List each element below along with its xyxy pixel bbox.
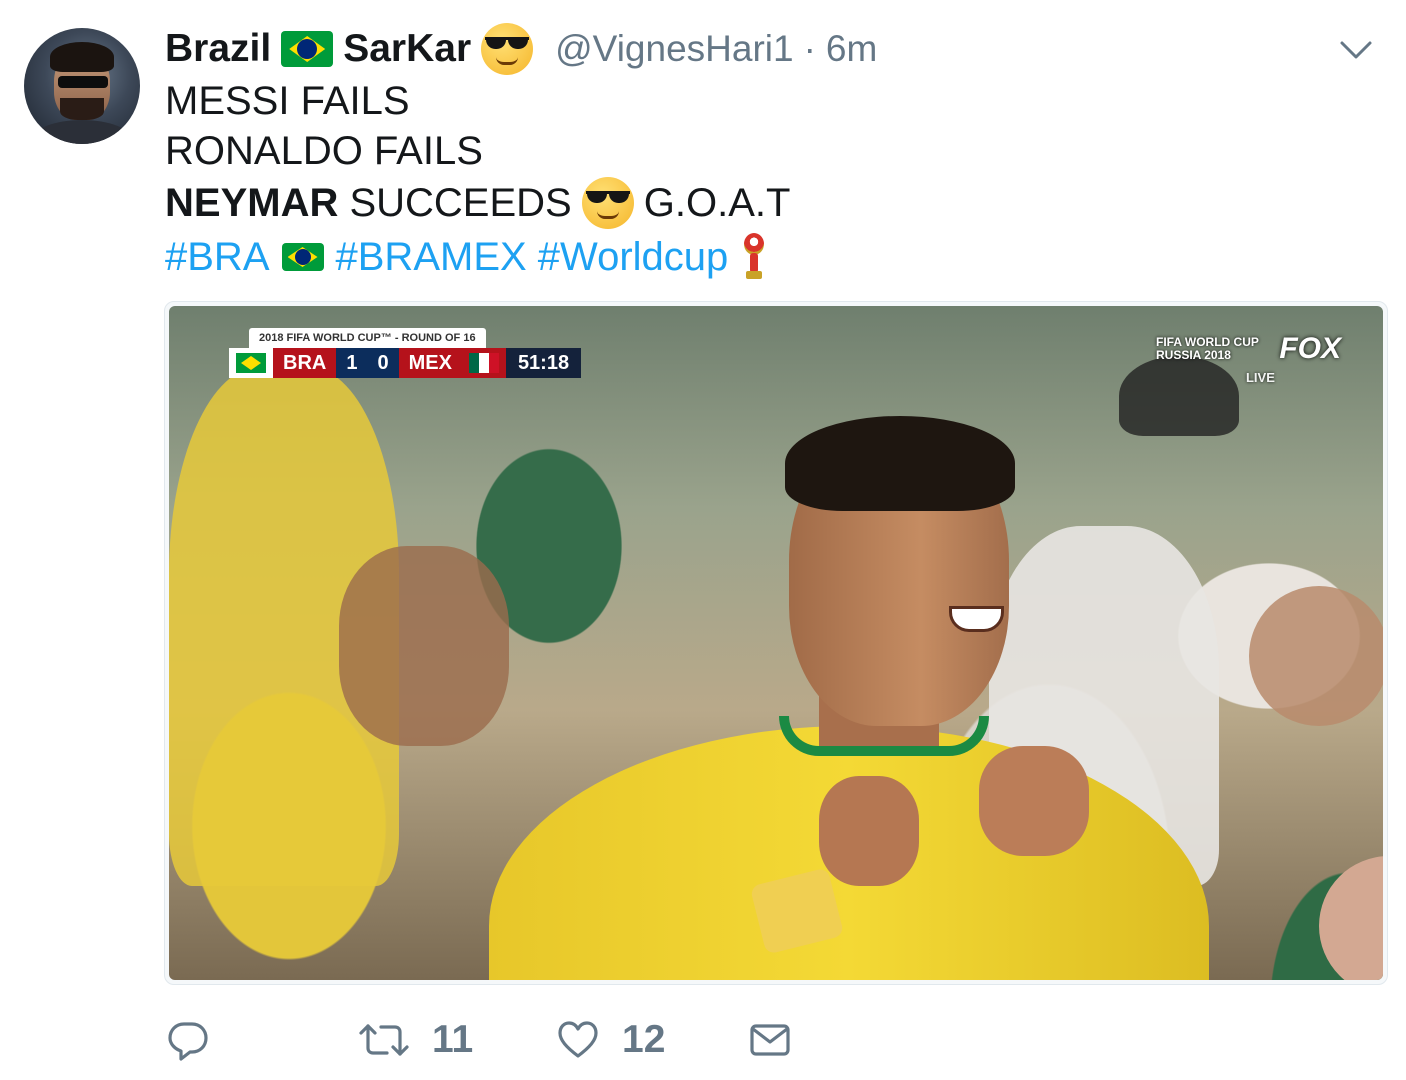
chevron-down-icon[interactable]	[1336, 30, 1376, 70]
tweet-line-2: RONALDO FAILS	[165, 129, 483, 173]
display-name-part1[interactable]: Brazil	[165, 27, 271, 71]
broadcast-logo: FIFA WORLD CUP RUSSIA 2018 FOX LIVE	[1156, 332, 1341, 385]
world-cup-trophy-icon	[740, 231, 768, 283]
line3-text: SUCCEEDS	[349, 181, 572, 225]
heart-icon	[556, 1018, 600, 1062]
tweet-media[interactable]: 2018 FIFA WORLD CUP™ - ROUND OF 16 BRA 1…	[164, 301, 1388, 985]
tweet-timestamp[interactable]: 6m	[826, 28, 877, 70]
network-logo: FOX	[1279, 332, 1341, 365]
tweet-text: MESSI FAILS RONALDO FAILS NEYMAR SUCCEED…	[165, 76, 790, 284]
reply-button[interactable]	[166, 1010, 210, 1070]
tweet-actions: 11 12	[166, 1010, 866, 1070]
tweet-line-3: NEYMAR SUCCEEDS G.O.A.T	[165, 176, 790, 230]
sunglasses-emoji-icon	[481, 23, 534, 75]
wc-line2: RUSSIA 2018	[1155, 348, 1231, 362]
sunglasses-emoji-icon	[581, 177, 634, 229]
player-figure	[489, 406, 1209, 980]
hashtag-worldcup[interactable]: #Worldcup	[538, 232, 728, 282]
wc-line1: FIFA WORLD CUP	[1155, 335, 1259, 349]
hashtag-bra[interactable]: #BRA	[165, 232, 270, 282]
line3-tail: G.O.A.T	[643, 181, 791, 225]
reply-icon	[166, 1018, 210, 1062]
brazil-flag-icon	[281, 31, 334, 67]
hashtag-line: #BRA #BRAMEX #Worldcup	[165, 230, 790, 284]
mexico-flag-icon	[461, 348, 506, 378]
like-button[interactable]: 12	[556, 1010, 665, 1070]
tweet-header: Brazil SarKar @VignesHari1 · 6m	[165, 22, 877, 76]
envelope-icon	[748, 1018, 792, 1062]
scorebug: 2018 FIFA WORLD CUP™ - ROUND OF 16 BRA 1…	[229, 328, 582, 378]
retweet-count: 11	[432, 1018, 474, 1061]
away-score: 0	[367, 348, 399, 378]
match-photo[interactable]: 2018 FIFA WORLD CUP™ - ROUND OF 16 BRA 1…	[169, 306, 1383, 980]
separator-dot: ·	[803, 28, 816, 69]
avatar[interactable]	[24, 28, 140, 144]
direct-message-button[interactable]	[748, 1010, 792, 1070]
bold-word: NEYMAR	[165, 181, 339, 225]
user-handle[interactable]: @VignesHari1	[555, 28, 793, 70]
brazil-flag-icon	[229, 348, 273, 378]
live-label: LIVE	[1245, 370, 1275, 385]
retweet-button[interactable]: 11	[358, 1010, 473, 1070]
world-cup-logo: FIFA WORLD CUP RUSSIA 2018	[1156, 336, 1259, 362]
display-name-part2[interactable]: SarKar	[343, 27, 471, 71]
retweet-icon	[358, 1018, 410, 1062]
like-count: 12	[622, 1018, 666, 1061]
away-team: MEX	[398, 348, 462, 378]
tweet-line-1: MESSI FAILS	[165, 79, 410, 123]
match-clock: 51:18	[505, 348, 582, 378]
hashtag-bramex[interactable]: #BRAMEX	[336, 232, 527, 282]
brazil-flag-icon	[281, 243, 324, 271]
scorebug-title: 2018 FIFA WORLD CUP™ - ROUND OF 16	[249, 328, 486, 348]
home-score: 1	[336, 348, 368, 378]
home-team: BRA	[273, 348, 337, 378]
